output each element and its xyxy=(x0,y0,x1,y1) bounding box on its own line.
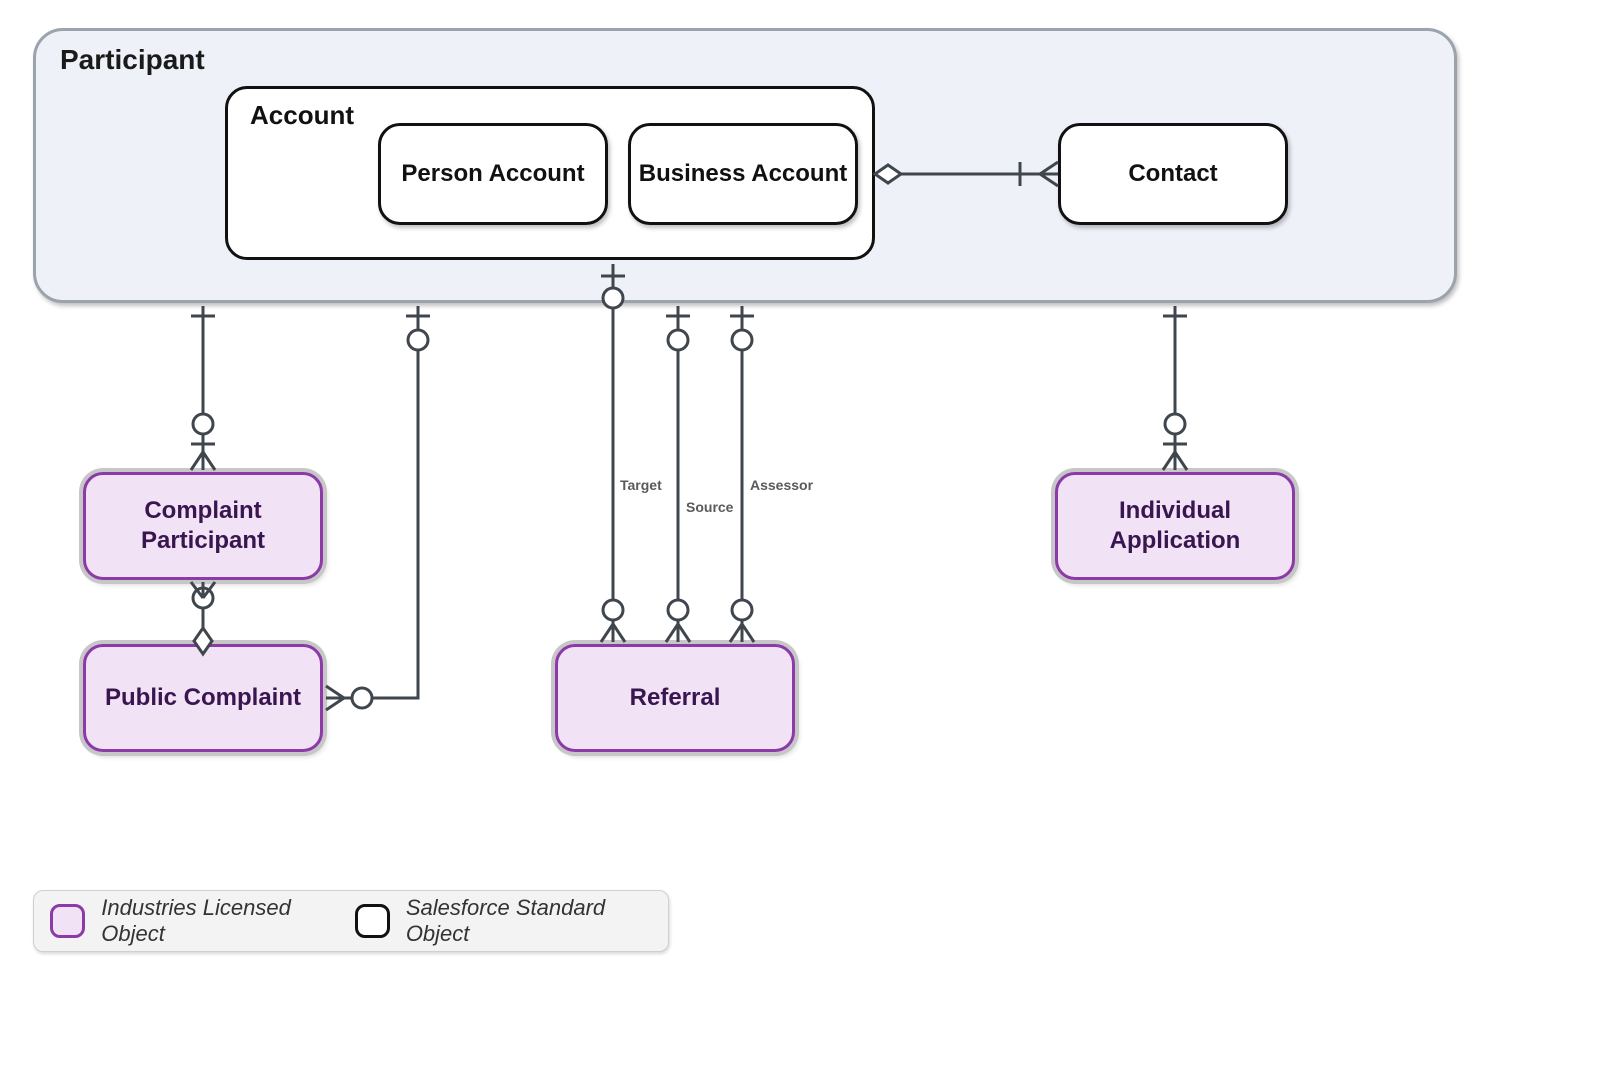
account-label: Account xyxy=(250,100,354,131)
entity-individual-application: Individual Application xyxy=(1055,472,1295,580)
entity-contact: Contact xyxy=(1058,123,1288,225)
erd-canvas: Participant Account Person Account Busin… xyxy=(0,0,1600,1066)
entity-public-complaint: Public Complaint xyxy=(83,644,323,752)
rel-participant-publiccomplaint xyxy=(326,306,430,710)
legend-swatch-standard xyxy=(355,904,390,938)
rel-participant-individualapplication xyxy=(1163,306,1187,470)
legend-label-licensed: Industries Licensed Object xyxy=(101,895,338,947)
legend-swatch-licensed xyxy=(50,904,85,938)
entity-business-account: Business Account xyxy=(628,123,858,225)
entity-referral: Referral xyxy=(555,644,795,752)
rel-account-referral-target: Target xyxy=(601,264,662,642)
entity-person-account: Person Account xyxy=(378,123,608,225)
legend: Industries Licensed Object Salesforce St… xyxy=(33,890,669,952)
rel-label-target: Target xyxy=(620,477,662,493)
legend-label-standard: Salesforce Standard Object xyxy=(406,895,652,947)
rel-participant-complaintparticipant xyxy=(191,306,215,470)
rel-participant-referral-assessor: Assessor xyxy=(730,306,814,642)
rel-participant-referral-source: Source xyxy=(666,306,734,642)
rel-label-assessor: Assessor xyxy=(750,477,814,493)
entity-complaint-participant: Complaint Participant xyxy=(83,472,323,580)
participant-label: Participant xyxy=(60,44,205,76)
rel-label-source: Source xyxy=(686,499,734,515)
